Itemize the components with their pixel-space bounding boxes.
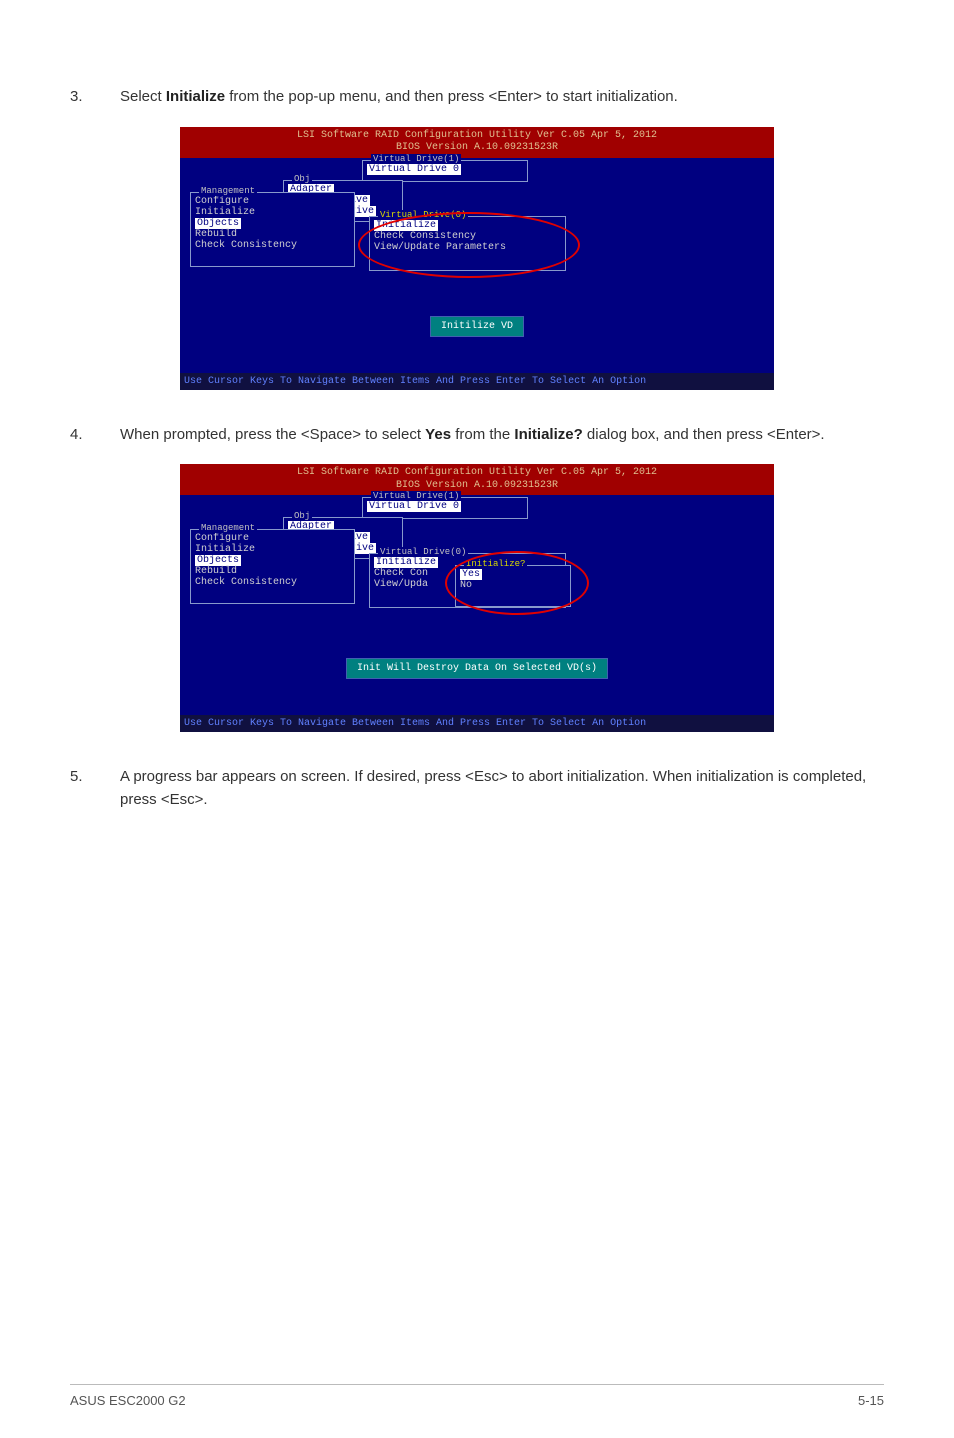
bios-version: BIOS Version A.10.09231523R <box>180 142 774 155</box>
bold-text: Yes <box>425 426 451 443</box>
box-label: Management <box>199 523 257 533</box>
bios-title: LSI Software RAID Configuration Utility … <box>180 130 774 143</box>
virtual-drive-1-box: Virtual Drive(1) Virtual Drive 0 <box>362 160 528 182</box>
box-label: Virtual Drive(0) <box>378 547 468 557</box>
footer-product: ASUS ESC2000 G2 <box>70 1393 186 1408</box>
box-label: Management <box>199 186 257 196</box>
vd0-item-check-consistency[interactable]: Check Con <box>374 568 428 579</box>
text: from the <box>451 426 514 443</box>
bold-text: Initialize? <box>514 426 582 443</box>
footer-page-number: 5-15 <box>858 1393 884 1408</box>
box-label: Initialize? <box>464 559 527 569</box>
step-4: 4. When prompted, press the <Space> to s… <box>70 424 884 447</box>
status-message: Initilize VD <box>430 316 524 337</box>
bios-title: LSI Software RAID Configuration Utility … <box>180 467 774 480</box>
bios-screenshot-1: LSI Software RAID Configuration Utility … <box>180 127 774 390</box>
status-message: Init Will Destroy Data On Selected VD(s) <box>346 658 608 679</box>
bios-footer-hint: Use Cursor Keys To Navigate Between Item… <box>180 715 774 732</box>
bios-footer-hint: Use Cursor Keys To Navigate Between Item… <box>180 373 774 390</box>
confirm-yes[interactable]: Yes <box>460 569 482 580</box>
step-number: 3. <box>70 86 120 109</box>
mgmt-item-objects[interactable]: Objects <box>195 555 241 566</box>
bios-version: BIOS Version A.10.09231523R <box>180 480 774 493</box>
vd0-item-view-update[interactable]: View/Upda <box>374 579 428 590</box>
box-label: Virtual Drive(1) <box>371 154 461 164</box>
step-text: Select Initialize from the pop-up menu, … <box>120 86 884 109</box>
step-5: 5. A progress bar appears on screen. If … <box>70 766 884 811</box>
mgmt-item-objects[interactable]: Objects <box>195 218 241 229</box>
mgmt-item-rebuild[interactable]: Rebuild <box>195 566 350 577</box>
step-text: A progress bar appears on screen. If des… <box>120 766 884 811</box>
bold-text: Initialize <box>166 88 225 105</box>
management-menu: Management Configure Initialize Objects … <box>190 192 355 267</box>
box-label: Virtual Drive(1) <box>371 491 461 501</box>
mgmt-item-configure[interactable]: Configure <box>195 196 350 207</box>
mgmt-item-configure[interactable]: Configure <box>195 533 350 544</box>
vd0-item-initialize[interactable]: Initialize <box>374 557 438 568</box>
mgmt-item-initialize[interactable]: Initialize <box>195 207 350 218</box>
mgmt-item-initialize[interactable]: Initialize <box>195 544 350 555</box>
box-label: Obj <box>292 511 312 521</box>
bios-header: LSI Software RAID Configuration Utility … <box>180 127 774 158</box>
bios-screenshot-2: LSI Software RAID Configuration Utility … <box>180 464 774 732</box>
virtual-drive-0-menu: Virtual Drive(0) Initialize Check Consis… <box>369 216 566 271</box>
text: When prompted, press the <Space> to sele… <box>120 426 425 443</box>
management-menu: Management Configure Initialize Objects … <box>190 529 355 604</box>
virtual-drive-item[interactable]: Virtual Drive 0 <box>367 501 461 512</box>
step-3: 3. Select Initialize from the pop-up men… <box>70 86 884 109</box>
box-label: Virtual Drive(0) <box>378 210 468 220</box>
confirm-no[interactable]: No <box>460 580 472 591</box>
vd0-item-initialize[interactable]: Initialize <box>374 220 438 231</box>
virtual-drive-item[interactable]: Virtual Drive 0 <box>367 164 461 175</box>
bios-header: LSI Software RAID Configuration Utility … <box>180 464 774 495</box>
mgmt-item-check-consistency[interactable]: Check Consistency <box>195 240 350 251</box>
initialize-confirm-dialog: Initialize? Yes No <box>455 565 571 607</box>
page-footer: ASUS ESC2000 G2 5-15 <box>70 1384 884 1408</box>
text: from the pop-up menu, and then press <En… <box>225 88 678 105</box>
step-number: 4. <box>70 424 120 447</box>
text: dialog box, and then press <Enter>. <box>583 426 825 443</box>
box-label: Obj <box>292 174 312 184</box>
vd0-item-view-update[interactable]: View/Update Parameters <box>374 242 506 253</box>
mgmt-item-check-consistency[interactable]: Check Consistency <box>195 577 350 588</box>
mgmt-item-rebuild[interactable]: Rebuild <box>195 229 350 240</box>
step-number: 5. <box>70 766 120 811</box>
virtual-drive-1-box: Virtual Drive(1) Virtual Drive 0 <box>362 497 528 519</box>
step-text: When prompted, press the <Space> to sele… <box>120 424 884 447</box>
vd0-item-check-consistency[interactable]: Check Consistency <box>374 231 476 242</box>
text: Select <box>120 88 166 105</box>
